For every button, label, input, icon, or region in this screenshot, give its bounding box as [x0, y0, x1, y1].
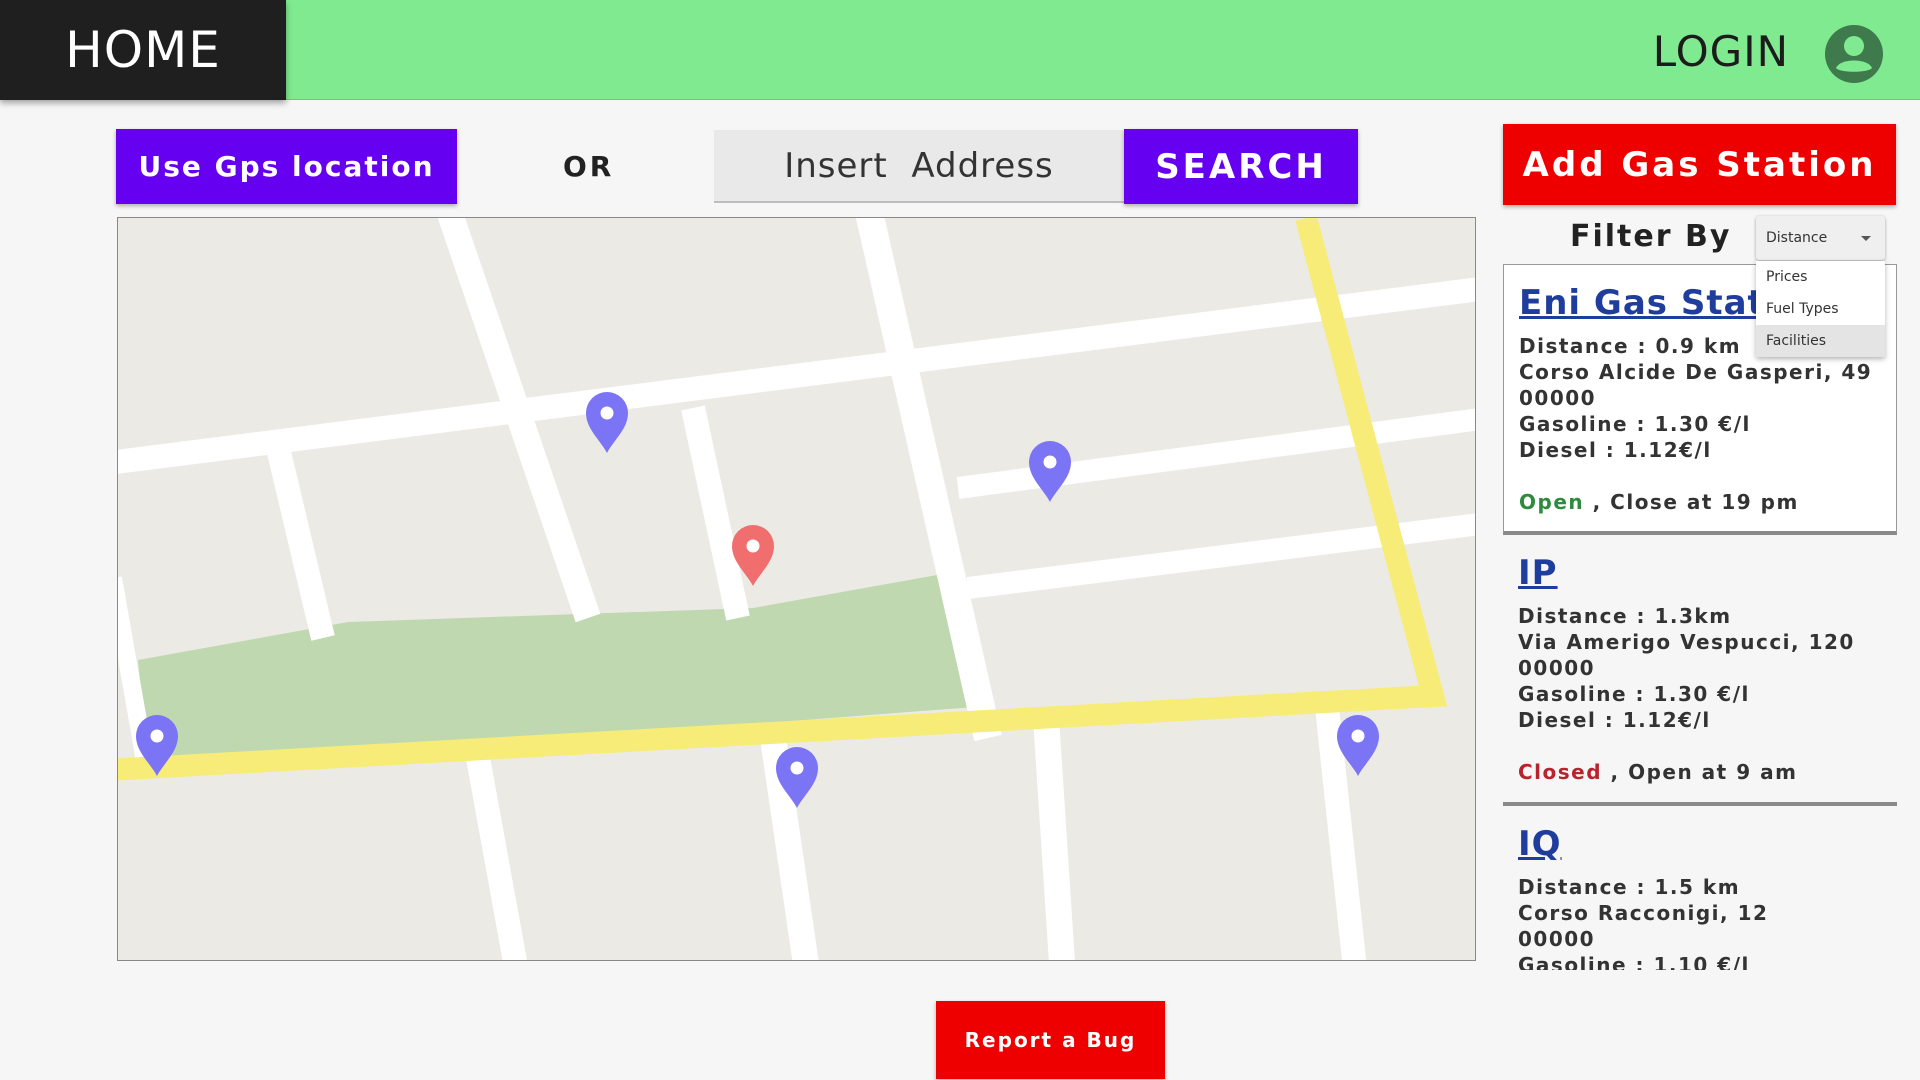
filter-option-fuel-types[interactable]: Fuel Types: [1756, 293, 1885, 325]
station-card: IP Distance : 1.3km Via Amerigo Vespucci…: [1503, 535, 1897, 806]
use-gps-location-button[interactable]: Use Gps location: [116, 129, 457, 204]
top-bar: HOME LOGIN: [0, 0, 1920, 100]
gas-station-list[interactable]: Eni Gas Station Distance : 0.9 km Corso …: [1503, 264, 1897, 970]
home-button[interactable]: HOME: [0, 0, 286, 100]
station-diesel-price: Diesel : 1.12€/l: [1519, 438, 1712, 462]
station-distance: Distance : 1.3km: [1518, 604, 1732, 628]
station-distance: Distance : 1.5 km: [1518, 875, 1741, 899]
add-gas-station-button[interactable]: Add Gas Station: [1503, 124, 1896, 205]
station-zip: 00000: [1518, 656, 1596, 680]
station-zip: 00000: [1518, 927, 1596, 951]
filter-option-facilities[interactable]: Facilities: [1756, 325, 1885, 357]
or-separator: OR: [563, 150, 615, 183]
filter-selected-value: Distance: [1766, 230, 1828, 246]
filter-label: Filter By: [1570, 219, 1732, 254]
map-view[interactable]: [117, 217, 1476, 961]
station-card: IQ Distance : 1.5 km Corso Racconigi, 12…: [1503, 806, 1897, 970]
station-address: Corso Racconigi, 12: [1518, 901, 1769, 925]
station-address: Via Amerigo Vespucci, 120: [1518, 630, 1855, 654]
station-hours: , Open at 9 am: [1610, 760, 1798, 784]
station-status: Closed , Open at 9 am: [1518, 759, 1882, 785]
status-open: Open: [1519, 490, 1585, 514]
station-gasoline-price: Gasoline : 1.30 €/l: [1518, 682, 1750, 706]
address-input[interactable]: [714, 130, 1124, 203]
filter-option-prices[interactable]: Prices: [1756, 261, 1885, 293]
login-button[interactable]: LOGIN: [1653, 27, 1789, 76]
filter-select[interactable]: Distance: [1756, 216, 1885, 260]
filter-options-menu: Prices Fuel Types Facilities: [1756, 261, 1885, 357]
station-zip: 00000: [1519, 386, 1597, 410]
status-closed: Closed: [1518, 760, 1603, 784]
station-diesel-price: Diesel : 1.12€/l: [1518, 708, 1711, 732]
search-button[interactable]: SEARCH: [1124, 129, 1358, 204]
chevron-down-icon: [1861, 236, 1871, 241]
report-bug-button[interactable]: Report a Bug: [936, 1001, 1165, 1079]
station-name-link[interactable]: IP: [1518, 553, 1882, 593]
account-circle-icon[interactable]: [1824, 24, 1884, 84]
station-gasoline-price: Gasoline : 1.10 €/l: [1518, 953, 1750, 970]
station-address: Corso Alcide De Gasperi, 49: [1519, 360, 1873, 384]
station-name-link[interactable]: IQ: [1518, 824, 1882, 864]
station-hours: , Close at 19 pm: [1592, 490, 1799, 514]
station-gasoline-price: Gasoline : 1.30 €/l: [1519, 412, 1751, 436]
station-status: Open , Close at 19 pm: [1519, 489, 1881, 515]
